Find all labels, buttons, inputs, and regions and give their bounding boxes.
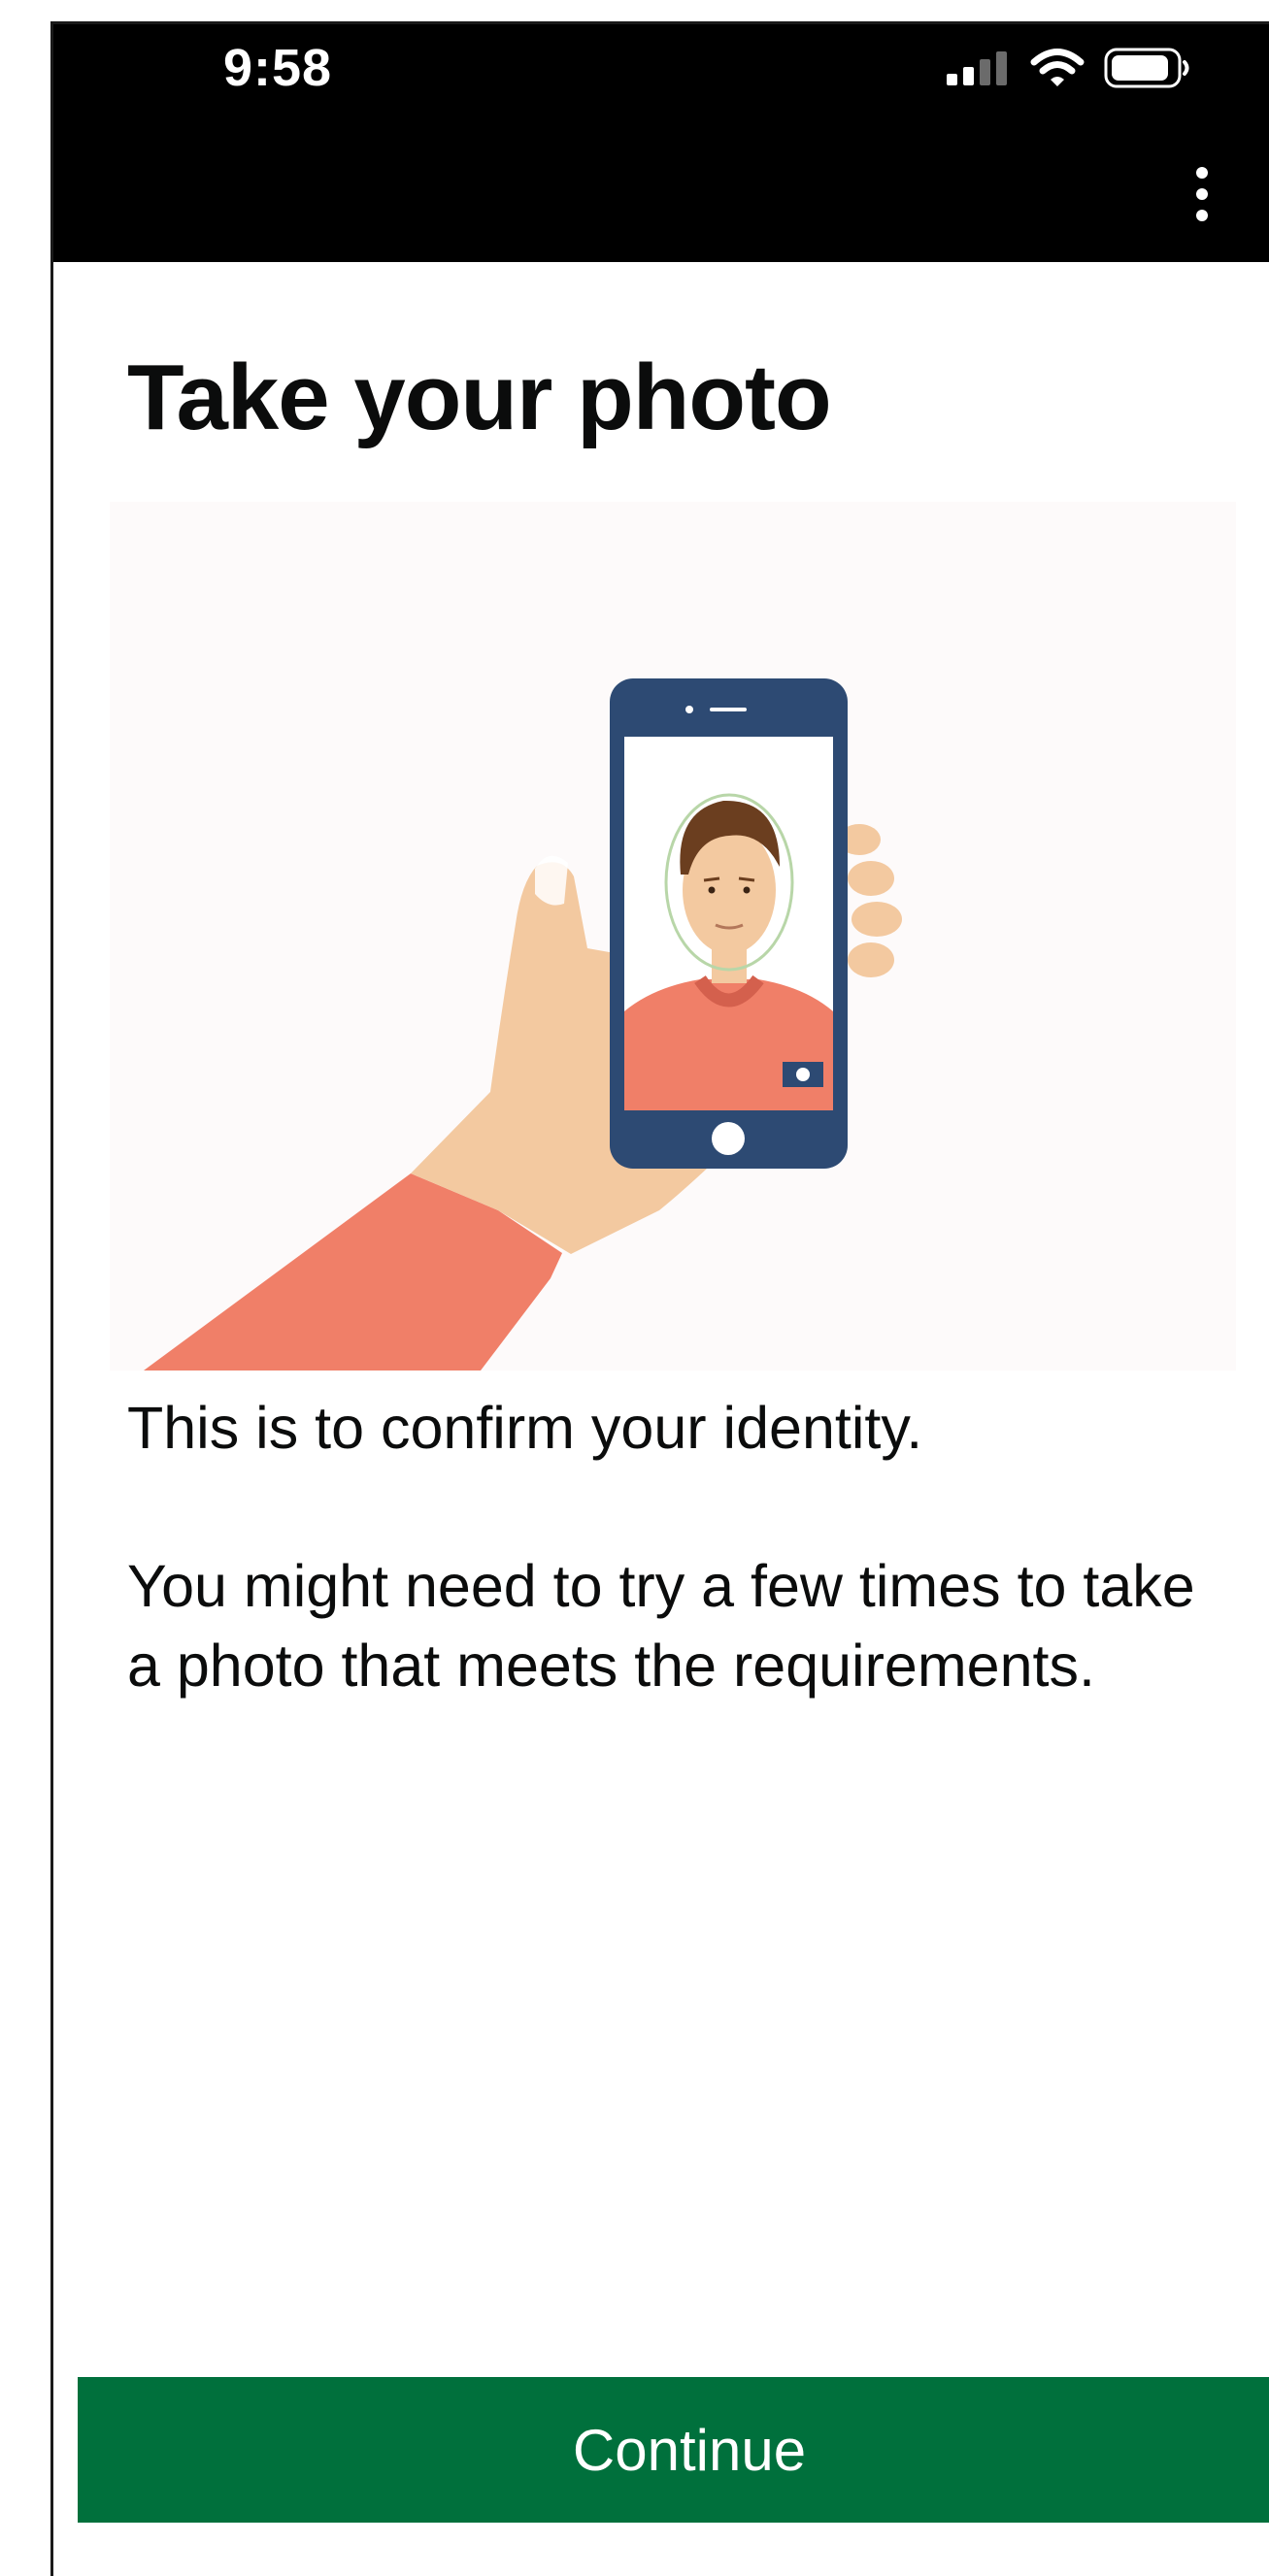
phone-speaker	[710, 708, 747, 711]
continue-button[interactable]: Continue	[78, 2377, 1269, 2523]
info-paragraph: You might need to try a few times to tak…	[127, 1553, 1195, 1699]
page-title: Take your photo	[127, 346, 832, 449]
battery-icon	[1104, 48, 1189, 88]
phone-camera-dot	[685, 706, 693, 713]
screen-brow-left	[703, 876, 720, 882]
more-vertical-icon	[1196, 167, 1208, 221]
more-options-button[interactable]	[1180, 155, 1224, 233]
phone-home-button	[712, 1122, 745, 1155]
finger-4	[848, 942, 894, 977]
intro-paragraph: This is to confirm your identity.	[127, 1395, 923, 1461]
selfie-illustration-svg	[144, 678, 902, 1371]
finger-2	[848, 861, 894, 896]
selfie-illustration	[110, 502, 1236, 1371]
camera-lens	[796, 1068, 810, 1081]
status-icons	[947, 44, 1191, 92]
screen-eye-right	[743, 886, 751, 894]
top-bar: 9:58	[53, 24, 1269, 262]
signal-icon	[947, 51, 1007, 85]
screen-brow-right	[738, 876, 755, 882]
app-screen: 9:58 Take your photo This is to confirm …	[50, 21, 1269, 2576]
screen-eye-left	[708, 886, 716, 894]
status-time: 9:58	[223, 39, 333, 97]
finger-3	[852, 902, 902, 937]
thumbnail-highlight	[535, 855, 568, 906]
wifi-icon	[1030, 49, 1085, 86]
